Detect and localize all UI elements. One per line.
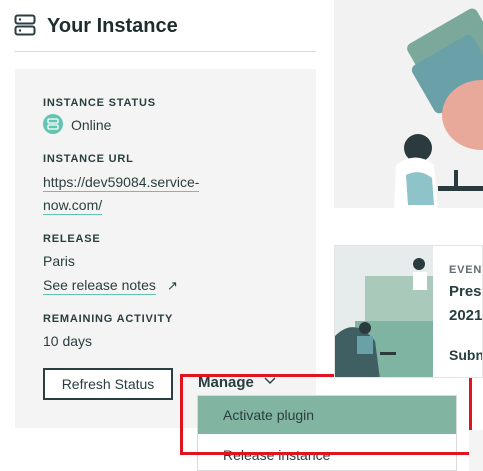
event-card[interactable]: EVEN Prese 2021 Subn — [334, 245, 483, 378]
release-label: RELEASE — [43, 233, 101, 245]
instance-status-value: Online — [71, 117, 112, 133]
person-with-headset-illustration — [334, 0, 483, 208]
remaining-activity-value: 10 days — [43, 333, 93, 349]
instance-url-label: INSTANCE URL — [43, 153, 134, 165]
event-year: 2021 — [449, 307, 483, 324]
hero-illustration — [334, 0, 483, 208]
manage-dropdown-menu: Activate plugin Release instance — [197, 395, 457, 471]
server-icon — [14, 14, 36, 36]
release-value: Paris — [43, 253, 75, 269]
manage-dropdown-toggle[interactable]: Manage — [198, 374, 276, 391]
manage-label: Manage — [198, 374, 254, 391]
event-illustration — [335, 246, 433, 377]
release-notes-link[interactable]: See release notes — [43, 277, 156, 295]
instance-url-link-line2[interactable]: now.com/ — [43, 197, 103, 215]
menu-item-activate-plugin[interactable]: Activate plugin — [198, 396, 456, 434]
event-title: Prese — [449, 283, 482, 300]
chevron-down-icon — [264, 377, 276, 384]
event-submit-link[interactable]: Subn — [449, 347, 482, 363]
refresh-status-button[interactable]: Refresh Status — [43, 368, 173, 400]
menu-item-release-instance[interactable]: Release instance — [198, 436, 456, 471]
instance-url-link-line1[interactable]: https://dev59084.service- — [43, 174, 200, 192]
instance-card: INSTANCE STATUS Online INSTANCE URL http… — [15, 69, 316, 428]
event-category-label: EVEN — [449, 264, 483, 276]
instance-status-label: INSTANCE STATUS — [43, 97, 156, 109]
status-online-icon — [43, 114, 63, 134]
external-link-icon: ↗ — [167, 278, 178, 293]
right-panel-edge — [469, 430, 483, 471]
page-title: Your Instance — [47, 15, 178, 37]
remaining-activity-label: REMAINING ACTIVITY — [43, 313, 174, 325]
instance-header: Your Instance — [14, 12, 316, 52]
